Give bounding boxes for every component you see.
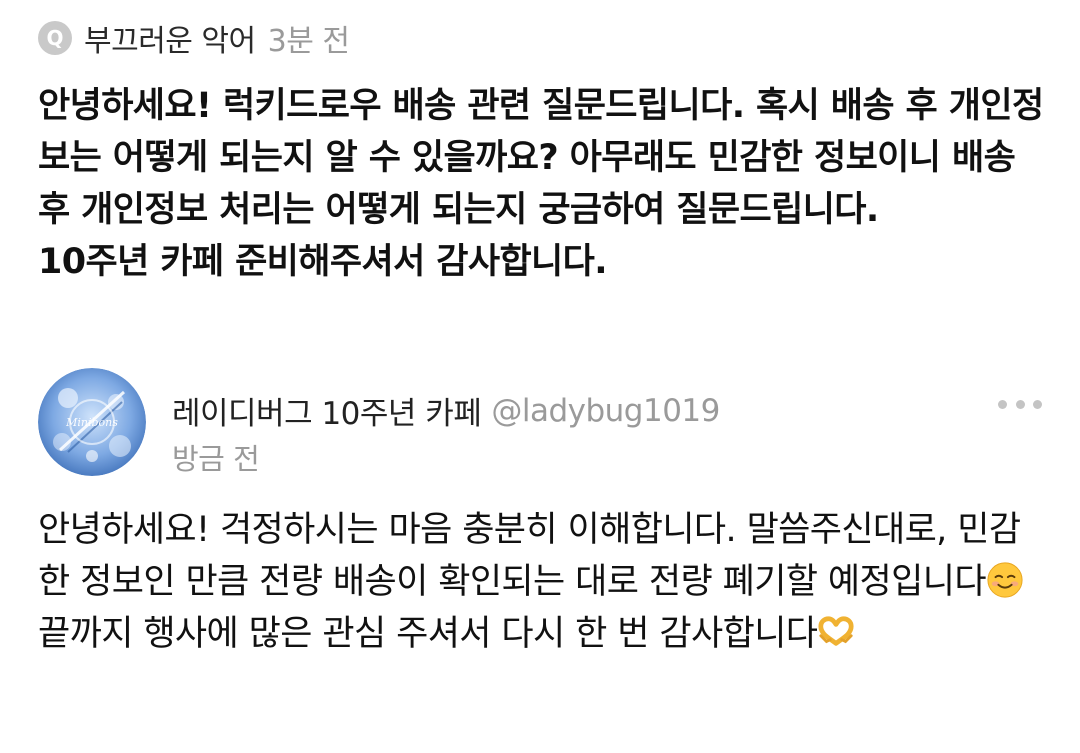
question-timestamp: 3분 전 <box>267 24 350 59</box>
question-header: Q 부끄러운 악어 3분 전 <box>38 16 350 60</box>
question-paragraph: 안녕하세요! 럭키드로우 배송 관련 질문드립니다. 혹시 배송 후 개인정보는… <box>38 86 1044 230</box>
dot-icon <box>998 399 1007 409</box>
reply-paragraph: 안녕하세요! 걱정하시는 마음 충분히 이해합니다. 말씀주신대로, 민감한 정… <box>38 504 1048 660</box>
question-paragraph: 10주년 카페 준비해주셔서 감사합니다. <box>38 242 608 282</box>
asker-name[interactable]: 부끄러운 악어 <box>84 16 256 60</box>
avatar[interactable]: Minibons <box>38 368 146 476</box>
reply-header: Minibons 레이디버그 10주년 카페 @ladybug1019 방금 전 <box>38 368 1042 480</box>
reply-text-part2: 끝까지 행사에 많은 관심 주셔서 다시 한 번 감사합니다 <box>38 614 818 654</box>
smiling-face-icon <box>987 562 1023 598</box>
question-mark-icon: Q <box>38 21 72 55</box>
question-body: 안녕하세요! 럭키드로우 배송 관련 질문드립니다. 혹시 배송 후 개인정보는… <box>38 80 1048 288</box>
reply-author-handle[interactable]: @ladybug1019 <box>491 393 720 429</box>
avatar-image: Minibons <box>38 368 146 476</box>
reply-timestamp: 방금 전 <box>172 442 260 476</box>
avatar-logo-text: Minibons <box>65 416 118 429</box>
reply-body: 안녕하세요! 걱정하시는 마음 충분히 이해합니다. 말씀주신대로, 민감한 정… <box>38 504 1048 660</box>
dot-icon <box>1015 399 1025 409</box>
heart-hands-icon <box>818 616 854 646</box>
more-options-button[interactable] <box>998 394 1042 414</box>
reply-author-row: 레이디버그 10주년 카페 @ladybug1019 <box>172 388 720 433</box>
reply-text-part1: 안녕하세요! 걱정하시는 마음 충분히 이해합니다. 말씀주신대로, 민감한 정… <box>38 510 1021 602</box>
dot-icon <box>1033 399 1042 409</box>
reply-author-name[interactable]: 레이디버그 10주년 카페 <box>172 388 482 433</box>
